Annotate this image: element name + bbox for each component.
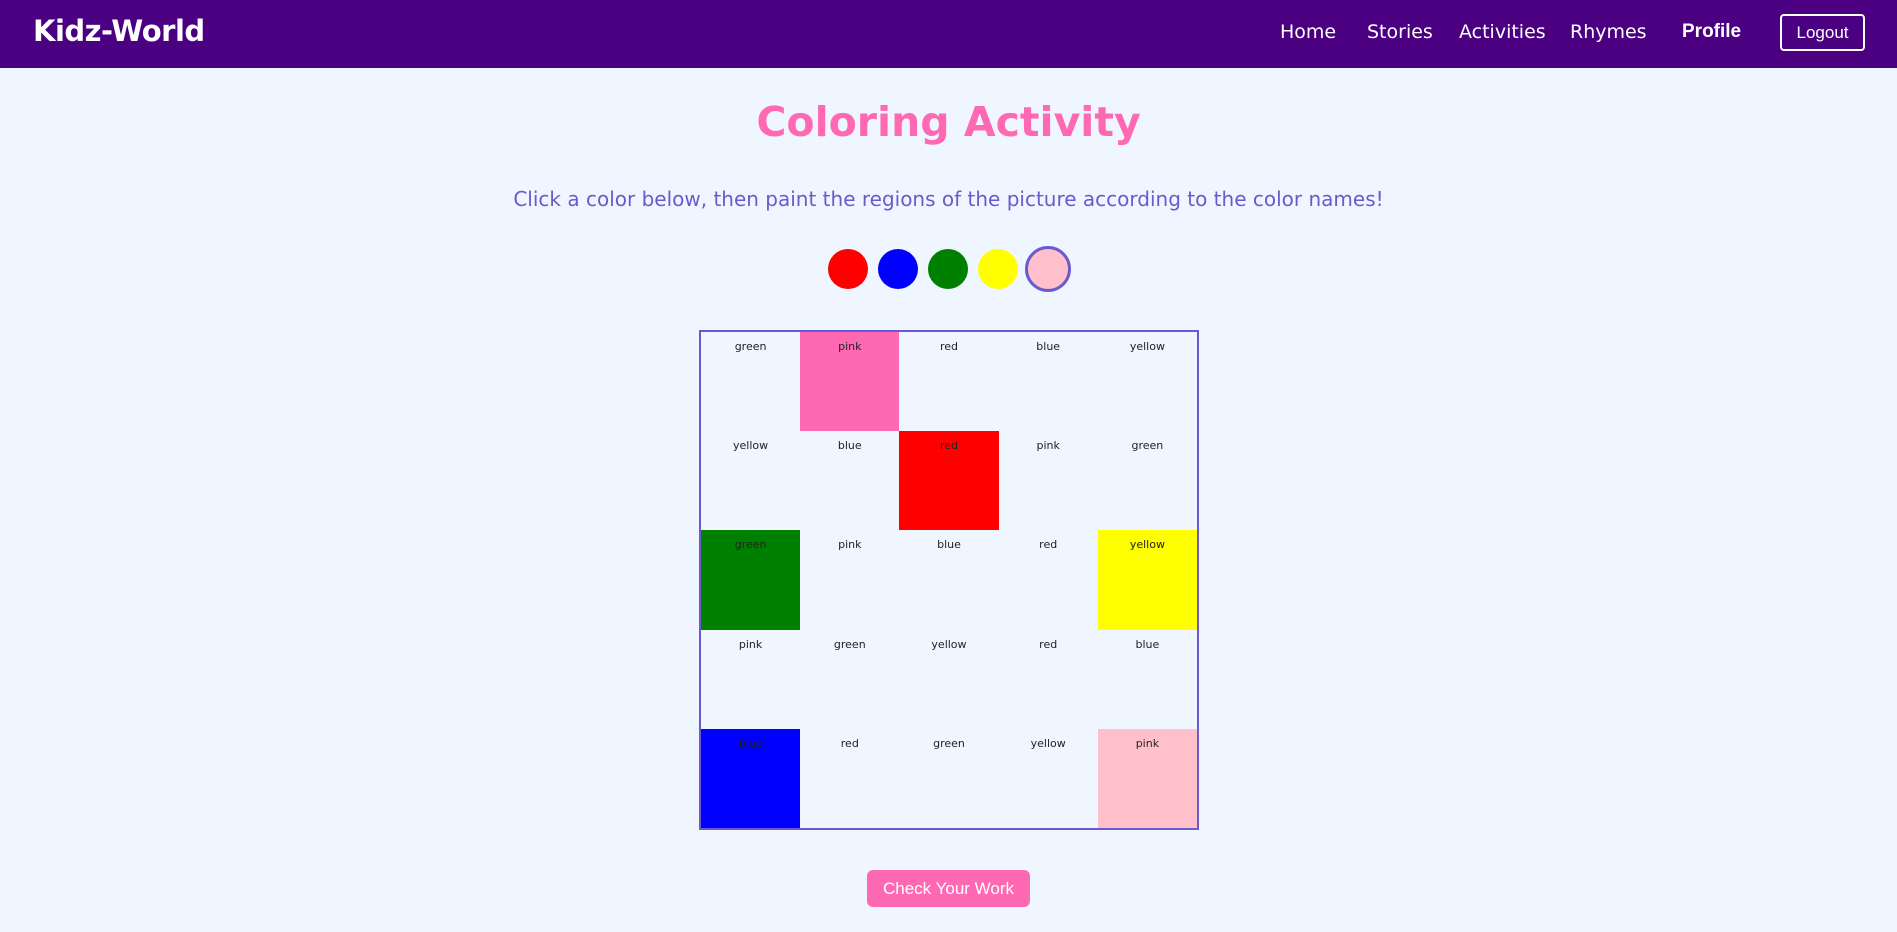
swatch-pink[interactable] — [1025, 246, 1071, 292]
grid-cell[interactable]: yellow — [999, 729, 1098, 828]
grid-cell[interactable]: green — [1098, 431, 1197, 530]
grid-cell[interactable]: yellow — [1097, 530, 1197, 630]
coloring-grid: green pink red blue yellow yellow blue red pink g… — [699, 330, 1199, 830]
grid-cell[interactable]: green — [701, 332, 800, 431]
grid-cell-label: blue — [837, 439, 862, 453]
grid-cell[interactable]: green — [701, 530, 801, 630]
grid-cell[interactable]: pink — [800, 530, 899, 629]
instructions-text: Click a color below, then paint the regi… — [513, 187, 1384, 211]
grid-cell[interactable]: green — [800, 630, 899, 729]
page-title: Coloring Activity — [756, 98, 1141, 146]
grid-cell[interactable]: pink — [701, 630, 800, 729]
grid-cell[interactable]: yellow — [1098, 332, 1197, 431]
grid-cell-label: pink — [738, 637, 763, 651]
swatch-blue[interactable] — [878, 249, 918, 289]
grid-cell[interactable]: red — [800, 729, 899, 828]
swatch-green[interactable] — [928, 249, 968, 289]
grid-cell-label: green — [833, 637, 866, 651]
grid-cell-label: green — [734, 340, 767, 353]
grid-cell-label: red — [939, 340, 958, 353]
grid-cell-label: pink — [838, 340, 862, 353]
grid-cell[interactable]: pink — [1097, 728, 1197, 828]
grid-cell-label: yellow — [1030, 736, 1066, 750]
grid-cell-label: red — [939, 439, 958, 453]
grid-cell[interactable]: blue — [800, 431, 899, 530]
grid-cell[interactable]: green — [899, 729, 998, 828]
grid-cell-label: blue — [937, 538, 961, 552]
check-your-work-button[interactable]: Check Your Work — [867, 870, 1030, 907]
nav-activities-link[interactable]: Activities — [1459, 21, 1546, 43]
grid-cell-label: yellow — [733, 439, 769, 453]
grid-cell[interactable]: red — [999, 630, 1098, 729]
navbar: Kidz-World Home Stories Activities Rhyme… — [0, 0, 1897, 68]
color-palette — [828, 246, 1073, 292]
nav-rhymes-link[interactable]: Rhymes — [1570, 21, 1647, 43]
grid-cell[interactable]: yellow — [701, 431, 800, 530]
grid-cell[interactable]: red — [899, 332, 998, 431]
grid-cell-label: blue — [1135, 637, 1160, 651]
grid-cell-label: green — [933, 736, 965, 750]
grid-cell-label: red — [1039, 637, 1058, 651]
site-logo[interactable]: Kidz-World — [33, 14, 205, 48]
grid-cell[interactable]: red — [899, 431, 999, 531]
logout-button[interactable]: Logout — [1780, 14, 1865, 51]
swatch-red[interactable] — [828, 249, 868, 289]
grid-cell-label: blue — [738, 736, 763, 750]
grid-cell-label: pink — [838, 538, 862, 552]
nav-home-link[interactable]: Home — [1280, 21, 1336, 43]
grid-cell-label: red — [1039, 538, 1058, 552]
grid-cell[interactable]: pink — [999, 431, 1098, 530]
grid-cell[interactable]: blue — [701, 728, 801, 828]
grid-cell-label: yellow — [1129, 538, 1165, 552]
nav-profile-link[interactable]: Profile — [1682, 21, 1741, 43]
grid-cell-label: pink — [1135, 736, 1160, 750]
grid-cell[interactable]: pink — [800, 332, 900, 432]
grid-cell-label: pink — [1036, 439, 1060, 453]
grid-cell-label: yellow — [1129, 340, 1165, 353]
grid-cell[interactable]: blue — [1098, 630, 1197, 729]
swatch-yellow[interactable] — [978, 249, 1018, 289]
grid-cell-label: green — [1131, 439, 1164, 453]
grid-cell[interactable]: blue — [899, 530, 998, 629]
grid-cell-label: blue — [1036, 340, 1061, 353]
grid-cell-label: yellow — [931, 637, 967, 651]
grid-cell-label: green — [734, 538, 767, 552]
nav-stories-link[interactable]: Stories — [1367, 21, 1433, 43]
grid-cell[interactable]: red — [999, 530, 1098, 629]
grid-cell[interactable]: yellow — [899, 630, 998, 729]
grid-cell-label: red — [840, 736, 859, 750]
grid-cell[interactable]: blue — [999, 332, 1098, 431]
